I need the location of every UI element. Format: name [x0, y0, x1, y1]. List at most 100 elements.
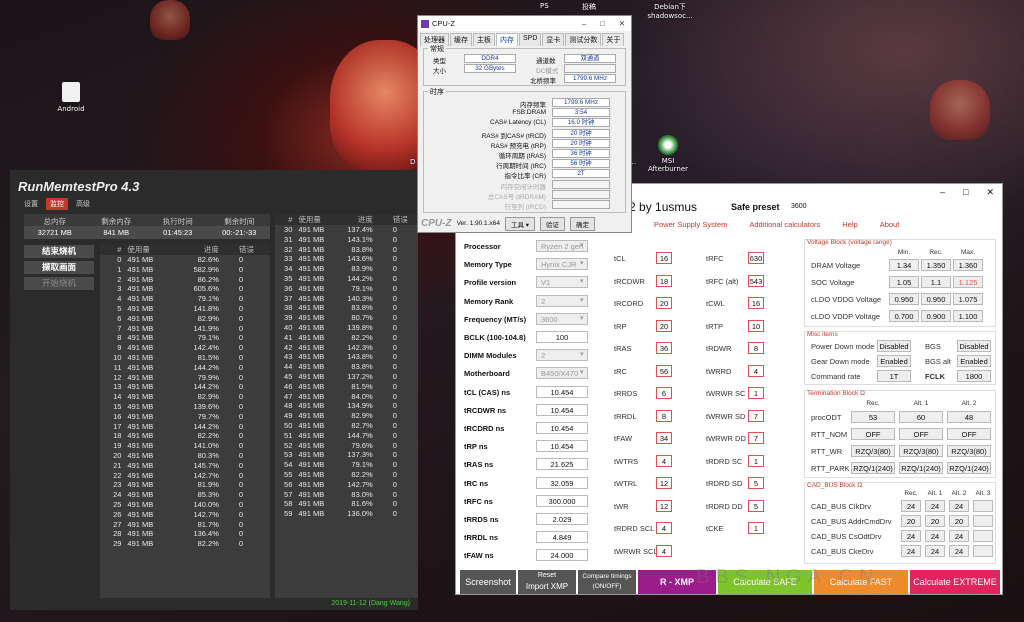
stop-test-button[interactable]: 结束烧机 [24, 245, 94, 258]
field-value[interactable]: 10.454 [536, 403, 588, 416]
calculate-safe-button[interactable]: Calculate SAFE [718, 570, 812, 594]
maximize-icon[interactable]: □ [963, 187, 968, 198]
term-value[interactable]: RZQ/1(240) [947, 462, 991, 474]
term-value[interactable]: RZQ/3(80) [851, 445, 895, 457]
nav-power-supply[interactable]: Power Supply System [654, 220, 727, 229]
maximize-icon[interactable]: □ [600, 19, 605, 28]
cad-value[interactable]: 24 [949, 545, 969, 557]
cad-value[interactable]: 24 [949, 530, 969, 542]
tab-4[interactable]: SPD [519, 33, 542, 46]
voltage-value[interactable]: 0.950 [921, 293, 951, 305]
nav-additional-calculators[interactable]: Additional calculators [749, 220, 820, 229]
cad-value[interactable]: 20 [949, 515, 969, 527]
voltage-value[interactable]: 0.900 [921, 310, 951, 322]
voltage-value[interactable]: 1.075 [953, 293, 983, 305]
tab-1[interactable]: 缓存 [450, 33, 472, 46]
tab-3[interactable]: 内存 [496, 33, 518, 46]
field-value[interactable]: 32.059 [536, 476, 588, 489]
field-value[interactable]: 21.625 [536, 458, 588, 471]
field-value[interactable]: 4.849 [536, 531, 588, 544]
voltage-value[interactable]: 1.100 [953, 310, 983, 322]
tab-2[interactable]: 主板 [473, 33, 495, 46]
term-value[interactable]: RZQ/1(240) [899, 462, 943, 474]
desktop-label-post[interactable]: 投稿 [582, 2, 596, 12]
field-value[interactable]: 10.454 [536, 385, 588, 398]
term-value[interactable]: OFF [899, 428, 943, 440]
field-value[interactable]: 10.454 [536, 440, 588, 453]
calculate-fast-button[interactable]: Calculate FAST [814, 570, 908, 594]
reset-button[interactable]: Reset [518, 570, 576, 581]
tab-5[interactable]: 显卡 [542, 33, 565, 46]
voltage-value[interactable]: 1.125 [953, 276, 983, 288]
nav-about[interactable]: About [880, 220, 900, 229]
minimize-icon[interactable]: – [582, 19, 586, 28]
cad-label: CAD_BUS CsOdtDrv [811, 532, 882, 541]
cad-value[interactable]: 24 [925, 545, 945, 557]
cad-value[interactable]: 20 [901, 515, 921, 527]
desktop-icon-d[interactable]: D [410, 158, 415, 166]
cad-value[interactable]: 20 [925, 515, 945, 527]
start-test-button[interactable]: 开始烧机 [24, 277, 94, 290]
voltage-value[interactable]: 1.1 [921, 276, 951, 288]
field-value[interactable]: 2.029 [536, 513, 588, 525]
misc-value[interactable]: Enabled [877, 355, 911, 367]
validate-button[interactable]: 验证 [540, 216, 566, 231]
term-value[interactable]: RZQ/3(80) [947, 445, 991, 457]
menu-advanced[interactable]: 高级 [72, 198, 94, 210]
desktop-label-ps[interactable]: PS [540, 2, 549, 10]
voltage-value[interactable]: 1.34 [889, 259, 919, 271]
tab-6[interactable]: 测试分数 [565, 33, 602, 46]
field-value[interactable]: 100 [536, 331, 588, 343]
calculate-extreme-button[interactable]: Calculate EXTREME [910, 570, 1000, 594]
term-value[interactable]: RZQ/1(240) [851, 462, 895, 474]
screenshot-button[interactable]: Screenshot [460, 570, 516, 594]
screenshot-button[interactable]: 撷取画面 [24, 261, 94, 274]
import-xmp-button[interactable]: Import XMP [518, 581, 576, 592]
r-xmp-button[interactable]: R - XMP [638, 570, 716, 594]
cad-value[interactable]: 24 [949, 500, 969, 512]
voltage-value[interactable]: 1.360 [953, 259, 983, 271]
close-icon[interactable]: ✕ [986, 187, 994, 198]
menu-settings[interactable]: 设置 [20, 198, 42, 210]
voltage-value[interactable]: 1.05 [889, 276, 919, 288]
cad-value[interactable] [973, 500, 993, 512]
field-value[interactable]: 24.000 [536, 549, 588, 562]
misc-value[interactable]: Disabled [957, 340, 991, 352]
nav-help[interactable]: Help [842, 220, 857, 229]
term-value[interactable]: 48 [947, 411, 991, 423]
desktop-icon-msi-afterburner[interactable]: MSI Afterburner [645, 135, 691, 173]
misc-value[interactable]: Enabled [957, 355, 991, 367]
tools-dropdown[interactable]: 工具 ▾ [504, 216, 536, 231]
timing-label: tWRRD [706, 366, 732, 376]
voltage-value[interactable]: 1.350 [921, 259, 951, 271]
desktop-icon-android[interactable]: Android [55, 82, 87, 113]
misc-value[interactable]: 1800 [957, 370, 991, 382]
ok-button[interactable]: 确定 [570, 216, 596, 231]
term-value[interactable]: OFF [851, 428, 895, 440]
cad-value[interactable] [973, 515, 993, 527]
cad-value[interactable]: 24 [901, 545, 921, 557]
desktop-label-debian[interactable]: Debian下 shadowsoc... [645, 2, 695, 20]
cad-value[interactable] [973, 545, 993, 557]
cad-value[interactable]: 24 [925, 500, 945, 512]
voltage-value[interactable]: 0.700 [889, 310, 919, 322]
close-icon[interactable]: ✕ [619, 19, 625, 28]
term-value[interactable]: RZQ/3(80) [899, 445, 943, 457]
term-value[interactable]: OFF [947, 428, 991, 440]
cad-value[interactable]: 24 [901, 500, 921, 512]
minimize-icon[interactable]: – [940, 187, 945, 198]
misc-value[interactable]: Disabled [877, 340, 911, 352]
term-value[interactable]: 53 [851, 411, 895, 423]
voltage-value[interactable]: 0.950 [889, 293, 919, 305]
tab-7[interactable]: 关于 [602, 33, 625, 46]
thread-usage: 491 MB [298, 283, 325, 293]
term-value[interactable]: 60 [899, 411, 943, 423]
cad-value[interactable]: 24 [901, 530, 921, 542]
misc-value[interactable]: 1T [877, 370, 911, 382]
field-value[interactable]: 10.454 [536, 422, 588, 434]
cad-value[interactable] [973, 530, 993, 542]
field-value[interactable]: 300.000 [536, 494, 588, 507]
menu-monitor[interactable]: 监控 [46, 198, 68, 210]
compare-timings-button[interactable]: Compare timings (ON/OFF) [578, 570, 636, 594]
cad-value[interactable]: 24 [925, 530, 945, 542]
